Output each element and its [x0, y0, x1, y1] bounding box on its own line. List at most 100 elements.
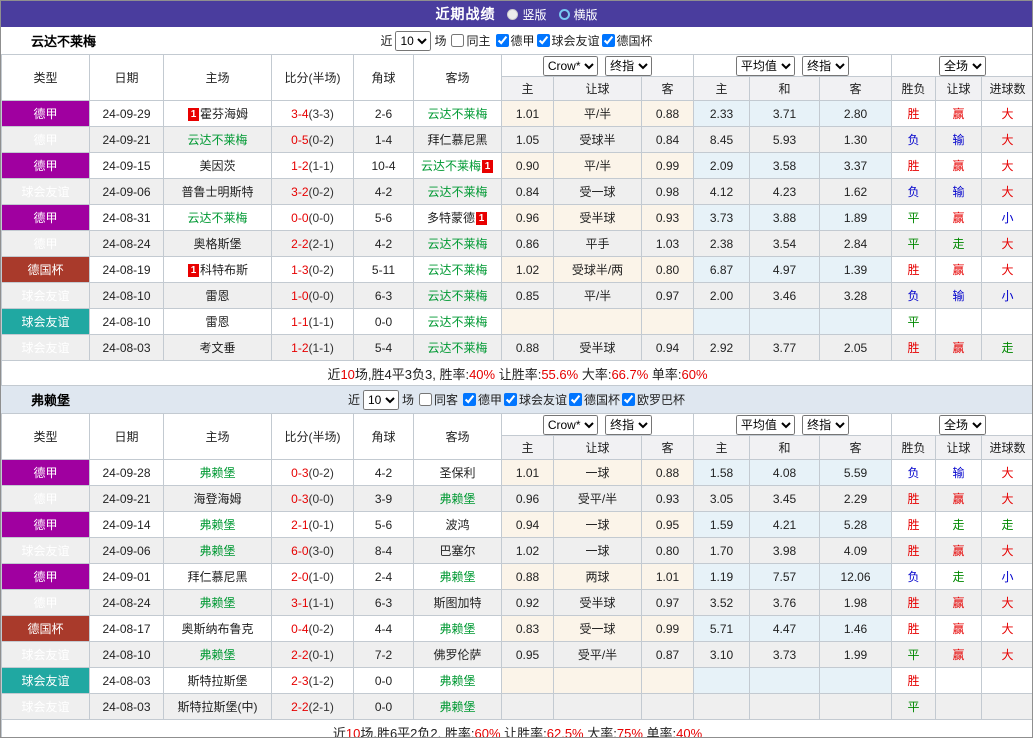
away-team-name[interactable]: 拜仁慕尼黑 — [427, 133, 487, 147]
fulltime-score: 0-3 — [291, 466, 308, 480]
result-handicap-cell: 输 — [936, 127, 982, 153]
league-filter[interactable]: 球会友谊 — [502, 391, 567, 408]
away-team-name[interactable]: 巴塞尔 — [439, 544, 475, 558]
scope-select[interactable]: 全场 — [939, 415, 986, 435]
home-team-name[interactable]: 科特布斯 — [200, 263, 248, 277]
match-row: 球会友谊24-08-03考文垂1-2(1-1)5-4云达不莱梅0.88受半球0.… — [2, 335, 1033, 361]
home-team-name[interactable]: 弗赖堡 — [199, 518, 235, 532]
league-checkbox[interactable] — [496, 34, 509, 47]
home-team-name[interactable]: 雷恩 — [205, 289, 229, 303]
league-checkbox[interactable] — [463, 393, 476, 406]
home-team-name[interactable]: 美因茨 — [199, 159, 235, 173]
radio-unselected-icon[interactable] — [559, 9, 570, 20]
home-team-name[interactable]: 普鲁士明斯特 — [181, 185, 253, 199]
home-team-name[interactable]: 考文垂 — [199, 341, 235, 355]
result-handicap-cell: 走 — [936, 564, 982, 590]
home-team-name[interactable]: 弗赖堡 — [199, 544, 235, 558]
league-checkbox[interactable] — [622, 393, 635, 406]
away-team-name[interactable]: 佛罗伦萨 — [433, 648, 481, 662]
scope-select[interactable]: 全场 — [939, 56, 986, 76]
league-filter[interactable]: 球会友谊 — [535, 32, 600, 49]
avg-away-cell: 5.59 — [820, 460, 892, 486]
view-option-horizontal[interactable]: 横版 — [559, 6, 598, 23]
away-team-name[interactable]: 弗赖堡 — [439, 492, 475, 506]
subcol-handicap: 让球 — [554, 436, 642, 460]
avg-time-select[interactable]: 终指 — [802, 56, 849, 76]
away-team-name[interactable]: 弗赖堡 — [439, 622, 475, 636]
avg-home-cell: 2.33 — [694, 101, 750, 127]
odds-source-select[interactable]: Crow* — [543, 56, 598, 76]
results-table: 类型 日期 主场 比分(半场) 角球 客场 Crow* 终指 平均值 终指 全场 — [1, 54, 1033, 386]
away-team-name[interactable]: 云达不莱梅 — [427, 185, 487, 199]
league-type-cell: 德国杯 — [2, 616, 90, 642]
odds-source-select[interactable]: Crow* — [543, 415, 598, 435]
league-filter[interactable]: 德甲 — [461, 391, 502, 408]
halftime-score: (1-1) — [309, 596, 334, 610]
away-team-name[interactable]: 弗赖堡 — [439, 674, 475, 688]
odds-time-select[interactable]: 终指 — [605, 56, 652, 76]
halftime-score: (1-1) — [309, 341, 334, 355]
home-team-name[interactable]: 霍芬海姆 — [200, 107, 248, 121]
league-filter[interactable]: 欧罗巴杯 — [620, 391, 685, 408]
home-team-name[interactable]: 云达不莱梅 — [187, 211, 247, 225]
home-team-name[interactable]: 奥斯纳布鲁克 — [181, 622, 253, 636]
away-team-name[interactable]: 云达不莱梅 — [427, 107, 487, 121]
home-team-name[interactable]: 奥格斯堡 — [193, 237, 241, 251]
odds-away-cell: 0.98 — [642, 179, 694, 205]
same-venue-checkbox[interactable] — [419, 393, 432, 406]
away-team-name[interactable]: 云达不莱梅 — [427, 341, 487, 355]
away-team-name[interactable]: 云达不莱梅 — [427, 315, 487, 329]
avg-time-select[interactable]: 终指 — [802, 415, 849, 435]
same-venue-filter[interactable]: 同主 — [449, 32, 490, 49]
home-team-name[interactable]: 弗赖堡 — [199, 596, 235, 610]
odds-home-cell: 0.96 — [502, 205, 554, 231]
league-filter[interactable]: 德国杯 — [600, 32, 653, 49]
view-option-vertical[interactable]: 竖版 — [507, 6, 546, 23]
home-team-name[interactable]: 斯特拉斯堡(中) — [178, 700, 258, 714]
result-goals-cell: 走 — [982, 512, 1033, 538]
fulltime-score: 2-3 — [291, 674, 308, 688]
league-checkbox[interactable] — [569, 393, 582, 406]
away-team-name[interactable]: 弗赖堡 — [439, 700, 475, 714]
odds-time-select[interactable]: 终指 — [605, 415, 652, 435]
away-team-name[interactable]: 云达不莱梅 — [427, 289, 487, 303]
away-team-name[interactable]: 云达不莱梅 — [421, 159, 481, 173]
league-filter[interactable]: 德国杯 — [567, 391, 620, 408]
odds-home-cell: 1.02 — [502, 538, 554, 564]
league-filter[interactable]: 德甲 — [494, 32, 535, 49]
league-checkbox[interactable] — [504, 393, 517, 406]
away-team-name[interactable]: 圣保利 — [439, 466, 475, 480]
odds-handicap-cell: 平/半 — [554, 283, 642, 309]
home-team-name[interactable]: 云达不莱梅 — [187, 133, 247, 147]
avg-draw-cell — [750, 309, 820, 335]
league-label: 德甲 — [478, 391, 502, 408]
radio-selected-icon[interactable] — [507, 9, 518, 20]
league-checkbox[interactable] — [537, 34, 550, 47]
avg-source-select[interactable]: 平均值 — [736, 56, 795, 76]
home-team-name[interactable]: 斯特拉斯堡 — [187, 674, 247, 688]
away-team-name[interactable]: 波鸿 — [445, 518, 469, 532]
games-count-select[interactable]: 10 — [363, 390, 399, 410]
avg-source-select[interactable]: 平均值 — [736, 415, 795, 435]
away-team-name[interactable]: 斯图加特 — [433, 596, 481, 610]
games-count-select[interactable]: 10 — [395, 31, 431, 51]
home-team-name[interactable]: 海登海姆 — [193, 492, 241, 506]
summary-row: 近10场,胜6平2负2, 胜率:60% 让胜率:62.5% 大率:75% 单率:… — [2, 720, 1033, 738]
away-team-name[interactable]: 多特蒙德 — [427, 211, 475, 225]
same-venue-filter[interactable]: 同客 — [417, 391, 458, 408]
avg-draw-cell: 3.73 — [750, 642, 820, 668]
home-team-name[interactable]: 雷恩 — [205, 315, 229, 329]
halftime-score: (3-0) — [309, 544, 334, 558]
home-team-name[interactable]: 弗赖堡 — [199, 648, 235, 662]
away-team-name[interactable]: 云达不莱梅 — [427, 237, 487, 251]
home-team-name[interactable]: 拜仁慕尼黑 — [187, 570, 247, 584]
away-team-name[interactable]: 云达不莱梅 — [427, 263, 487, 277]
summary-text: 62.5% — [547, 726, 584, 738]
away-team-cell: 圣保利 — [414, 460, 502, 486]
home-team-name[interactable]: 弗赖堡 — [199, 466, 235, 480]
page: 近期战绩 竖版 横版 云达不莱梅 近 10 场 同主 德甲球会友谊德国杯 — [0, 0, 1033, 738]
away-team-name[interactable]: 弗赖堡 — [439, 570, 475, 584]
same-venue-checkbox[interactable] — [451, 34, 464, 47]
halftime-score: (1-0) — [309, 570, 334, 584]
league-checkbox[interactable] — [602, 34, 615, 47]
